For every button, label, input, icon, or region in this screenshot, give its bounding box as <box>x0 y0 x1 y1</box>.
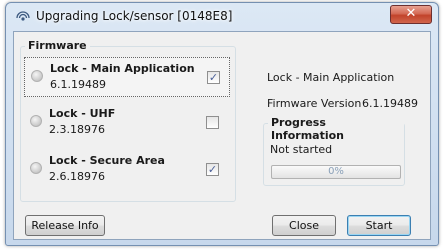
firmware-item-checkbox[interactable] <box>206 116 219 129</box>
window-title: Upgrading Lock/sensor [0148E8] <box>36 9 233 23</box>
progress-status: Not started <box>270 143 333 156</box>
firmware-item-name: Lock - Secure Area <box>49 154 165 167</box>
upgrade-dialog: Upgrading Lock/sensor [0148E8] ✕ Firmwar… <box>5 2 439 246</box>
firmware-version-label: Firmware Version <box>267 97 362 110</box>
release-info-button[interactable]: Release Info <box>25 215 105 236</box>
wireless-lock-icon <box>16 11 30 21</box>
progress-percent: 0% <box>328 166 344 177</box>
firmware-item-uhf[interactable]: Lock - UHF 2.3.18976 <box>24 103 230 143</box>
firmware-item-name: Lock - Main Application <box>50 62 195 75</box>
status-indicator-icon <box>30 115 42 127</box>
firmware-item-main-application[interactable]: Lock - Main Application 6.1.19489 ✓ <box>24 57 230 97</box>
window-close-button[interactable]: ✕ <box>390 5 432 24</box>
title-bar[interactable]: Upgrading Lock/sensor [0148E8] ✕ <box>6 3 438 31</box>
firmware-item-version: 2.6.18976 <box>49 170 105 183</box>
firmware-item-secure-area[interactable]: Lock - Secure Area 2.6.18976 ✓ <box>24 150 230 190</box>
firmware-group: Firmware Lock - Main Application 6.1.194… <box>20 39 236 202</box>
close-button[interactable]: Close <box>272 215 336 236</box>
selected-firmware-name: Lock - Main Application <box>267 71 395 84</box>
firmware-item-checkbox[interactable]: ✓ <box>206 163 219 176</box>
start-button[interactable]: Start <box>347 215 411 236</box>
firmware-item-version: 2.3.18976 <box>49 123 105 136</box>
dialog-body: Firmware Lock - Main Application 6.1.194… <box>13 31 431 240</box>
progress-bar: 0% <box>271 165 401 179</box>
progress-legend: Progress Information <box>268 116 404 142</box>
firmware-version-value: 6.1.19489 <box>362 97 418 110</box>
firmware-item-checkbox[interactable]: ✓ <box>207 71 220 84</box>
firmware-item-version: 6.1.19489 <box>50 78 106 91</box>
firmware-item-name: Lock - UHF <box>49 107 116 120</box>
status-indicator-icon <box>30 162 42 174</box>
status-indicator-icon <box>31 70 43 82</box>
firmware-legend: Firmware <box>25 39 90 52</box>
